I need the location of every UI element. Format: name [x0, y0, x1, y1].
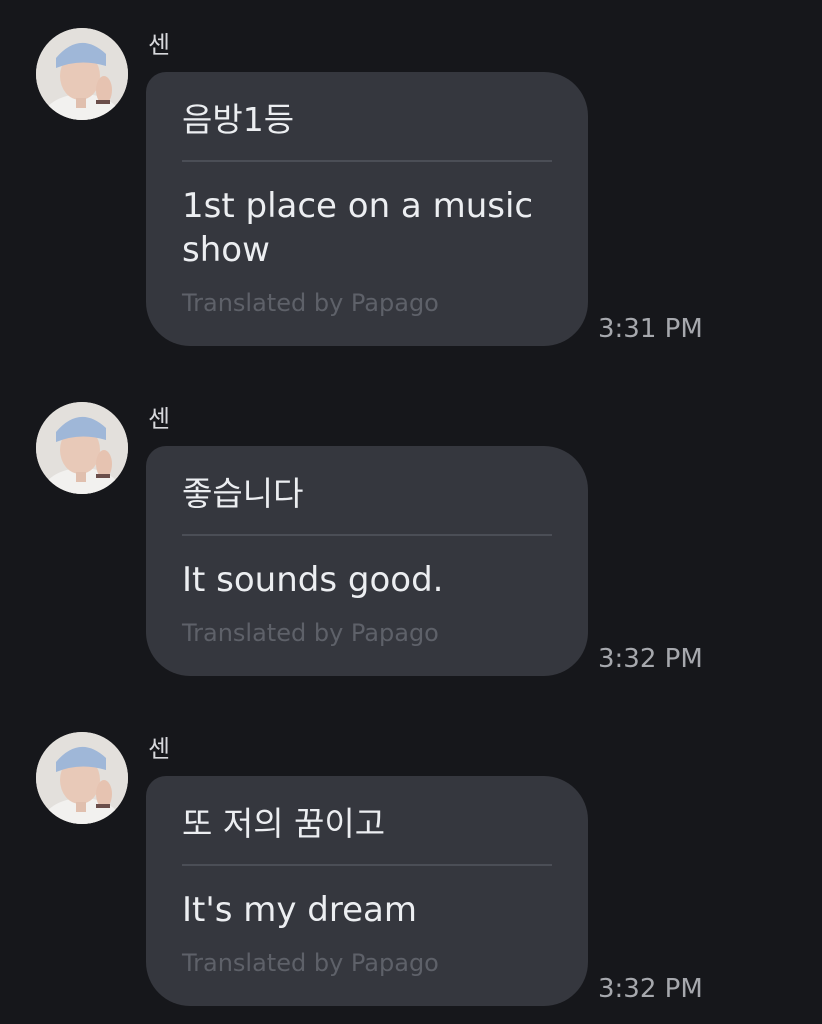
- translation-credit: Translated by Papago: [182, 289, 439, 317]
- translation-credit: Translated by Papago: [182, 949, 439, 977]
- chat-thread: 센 음방1등 1st place on a music show Transla…: [0, 0, 822, 1024]
- original-text: 또 저의 꿈이고: [182, 804, 386, 843]
- timestamp: 3:32 PM: [598, 644, 703, 674]
- translated-text: It's my dream: [182, 890, 417, 930]
- divider: [182, 160, 552, 162]
- translated-text: 1st place on a music show: [182, 186, 534, 270]
- translation-credit: Translated by Papago: [182, 619, 439, 647]
- translated-text: It sounds good.: [182, 560, 444, 600]
- divider: [182, 534, 552, 536]
- message-bubble[interactable]: 좋습니다 It sounds good. Translated by Papag…: [146, 446, 588, 676]
- sender-name: 센: [148, 405, 171, 433]
- avatar[interactable]: [36, 402, 128, 494]
- divider: [182, 864, 552, 866]
- avatar[interactable]: [36, 732, 128, 824]
- sender-name: 센: [148, 735, 171, 763]
- timestamp: 3:32 PM: [598, 974, 703, 1004]
- avatar[interactable]: [36, 28, 128, 120]
- avatar-photo-icon: [36, 28, 128, 120]
- message-bubble[interactable]: 또 저의 꿈이고 It's my dream Translated by Pap…: [146, 776, 588, 1006]
- original-text: 좋습니다: [182, 474, 304, 513]
- timestamp: 3:31 PM: [598, 314, 703, 344]
- avatar-photo-icon: [36, 402, 128, 494]
- original-text: 음방1등: [182, 100, 295, 139]
- message-bubble[interactable]: 음방1등 1st place on a music show Translate…: [146, 72, 588, 346]
- avatar-photo-icon: [36, 732, 128, 824]
- sender-name: 센: [148, 31, 171, 59]
